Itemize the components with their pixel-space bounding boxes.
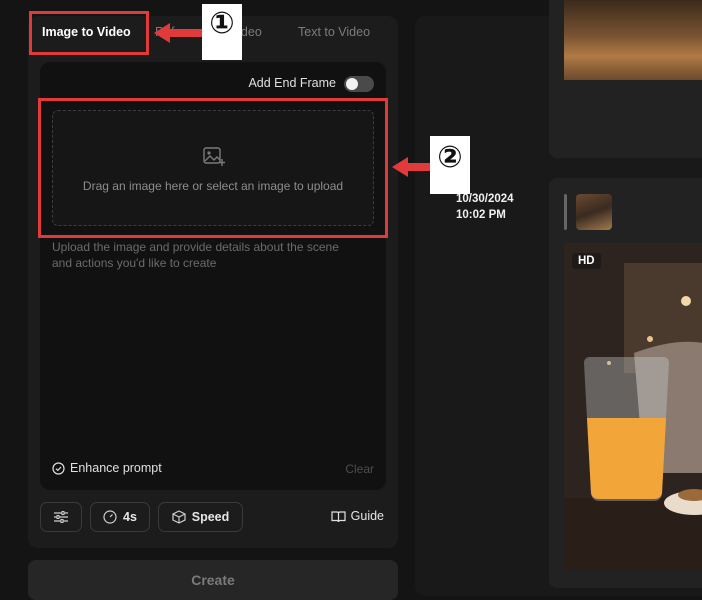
toggle-knob [346,78,358,90]
timer-icon [103,510,117,524]
arrow-left-icon [154,23,202,43]
source-image-thumbnail[interactable] [576,194,612,230]
sparkle-check-icon [52,461,65,475]
book-icon [331,510,346,522]
annotation-box-tab [29,11,149,55]
previous-video-thumbnail[interactable] [564,0,702,80]
result-indicator [564,194,567,230]
prompt-input[interactable]: Upload the image and provide details abo… [52,239,362,271]
guide-label: Guide [350,509,384,523]
annotation-marker-2: ② [430,136,470,194]
video-frame [564,243,702,570]
end-frame-toggle[interactable] [344,76,374,92]
enhance-prompt-label: Enhance prompt [70,461,162,475]
result-time: 10:02 PM [456,209,506,221]
annotation-marker-1: ① [202,4,242,60]
result-video[interactable]: HD [564,243,702,570]
arrow-left-icon [392,157,432,177]
enhance-prompt-button[interactable]: Enhance prompt [52,461,162,475]
speed-cube-icon [172,510,186,524]
speed-label: Speed [191,510,230,524]
clear-button[interactable]: Clear [345,462,374,476]
speed-button[interactable]: Speed [158,502,243,532]
quality-badge: HD [572,253,601,269]
result-timestamp: 10/30/2024 10:02 PM [456,191,514,223]
create-button[interactable]: Create [28,560,398,600]
generation-panel: Image to Video Reference to Video Text t… [28,16,398,548]
end-frame-label: Add End Frame [248,76,336,90]
duration-button[interactable]: 4s [90,502,150,532]
duration-label: 4s [123,510,137,524]
annotation-box-dropzone [38,98,388,238]
sliders-icon [54,511,68,523]
settings-button[interactable] [40,502,82,532]
tab-text-to-video[interactable]: Text to Video [298,25,370,39]
guide-link[interactable]: Guide [331,509,384,523]
